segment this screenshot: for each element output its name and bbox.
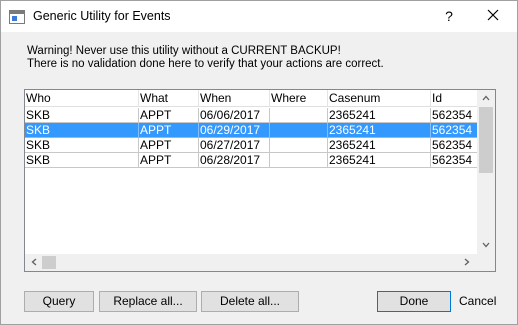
cell-where bbox=[270, 153, 328, 168]
scroll-down-arrow-icon[interactable] bbox=[482, 241, 490, 249]
warning-line-2: There is no validation done here to veri… bbox=[27, 58, 384, 70]
cell-who: SKB bbox=[25, 138, 139, 153]
table-row[interactable]: SKB APPT 06/28/2017 2365241 562354 bbox=[25, 153, 477, 168]
grid-header: Who What When Where Casenum Id bbox=[25, 90, 477, 107]
events-grid[interactable]: Who What When Where Casenum Id SKB APPT … bbox=[24, 89, 496, 272]
horizontal-scrollbar[interactable] bbox=[25, 254, 477, 271]
cell-id: 562354 bbox=[431, 138, 477, 153]
column-header-casenum[interactable]: Casenum bbox=[328, 90, 431, 107]
replace-all-button[interactable]: Replace all... bbox=[99, 291, 197, 312]
cell-when: 06/29/2017 bbox=[199, 123, 270, 138]
warning-line-1: Warning! Never use this utility without … bbox=[27, 45, 341, 57]
delete-all-button[interactable]: Delete all... bbox=[201, 291, 299, 312]
cell-who: SKB bbox=[25, 108, 139, 123]
window-title: Generic Utility for Events bbox=[33, 9, 171, 23]
cell-casenum: 2365241 bbox=[328, 108, 431, 123]
column-header-id[interactable]: Id bbox=[431, 90, 477, 107]
table-row[interactable]: SKB APPT 06/06/2017 2365241 562354 bbox=[25, 108, 477, 123]
cell-casenum: 2365241 bbox=[328, 123, 431, 138]
warning-message: Warning! Never use this utility without … bbox=[27, 45, 384, 71]
cell-casenum: 2365241 bbox=[328, 153, 431, 168]
column-header-where[interactable]: Where bbox=[270, 90, 328, 107]
cell-who: SKB bbox=[25, 153, 139, 168]
close-button[interactable] bbox=[479, 4, 507, 28]
vertical-scrollbar[interactable] bbox=[477, 90, 495, 254]
done-button[interactable]: Done bbox=[377, 291, 451, 312]
scroll-right-arrow-icon[interactable] bbox=[463, 258, 471, 266]
vertical-scroll-thumb[interactable] bbox=[479, 107, 493, 173]
cell-what: APPT bbox=[139, 123, 199, 138]
cell-who: SKB bbox=[25, 123, 139, 138]
scroll-left-arrow-icon[interactable] bbox=[30, 258, 38, 266]
cell-where bbox=[270, 138, 328, 153]
dialog-window: Generic Utility for Events ? Warning! Ne… bbox=[0, 0, 518, 325]
column-header-who[interactable]: Who bbox=[25, 90, 139, 107]
cell-where bbox=[270, 123, 328, 138]
cell-casenum: 2365241 bbox=[328, 138, 431, 153]
scroll-up-arrow-icon[interactable] bbox=[482, 94, 490, 102]
cell-where bbox=[270, 108, 328, 123]
cancel-button[interactable]: Cancel bbox=[459, 291, 496, 312]
cell-what: APPT bbox=[139, 138, 199, 153]
title-bar[interactable]: Generic Utility for Events ? bbox=[1, 1, 517, 32]
close-icon bbox=[487, 9, 499, 21]
cell-id: 562354 bbox=[431, 108, 477, 123]
table-row-selected[interactable]: SKB APPT 06/29/2017 2365241 562354 bbox=[25, 123, 477, 138]
help-button[interactable]: ? bbox=[437, 4, 461, 28]
column-header-when[interactable]: When bbox=[199, 90, 270, 107]
cell-when: 06/06/2017 bbox=[199, 108, 270, 123]
app-window-icon bbox=[9, 10, 25, 24]
cell-id: 562354 bbox=[431, 153, 477, 168]
table-row[interactable]: SKB APPT 06/27/2017 2365241 562354 bbox=[25, 138, 477, 153]
cell-when: 06/28/2017 bbox=[199, 153, 270, 168]
scrollbar-corner bbox=[477, 254, 495, 271]
cell-when: 06/27/2017 bbox=[199, 138, 270, 153]
cell-what: APPT bbox=[139, 153, 199, 168]
query-button[interactable]: Query bbox=[24, 291, 94, 312]
horizontal-scroll-thumb[interactable] bbox=[42, 256, 56, 269]
cell-what: APPT bbox=[139, 108, 199, 123]
cell-id: 562354 bbox=[431, 123, 477, 138]
column-header-what[interactable]: What bbox=[139, 90, 199, 107]
